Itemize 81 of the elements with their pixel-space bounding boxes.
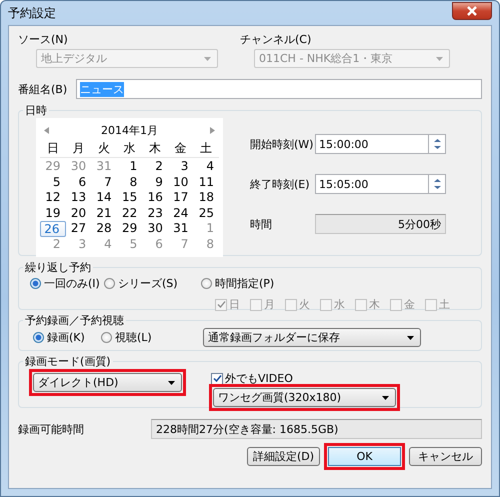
group-title: 予約録画／予約視聴	[24, 313, 125, 328]
radio-option[interactable]: シリーズ(S)	[104, 276, 201, 290]
calendar-month[interactable]: 2014年1月	[101, 122, 158, 138]
mode-dropdown[interactable]: ダイレクト(HD)	[33, 373, 182, 392]
calendar-day[interactable]: 28	[91, 221, 117, 236]
end-time-label: 終了時刻(E)	[250, 176, 311, 192]
group-title: 日時	[24, 103, 48, 118]
calendar-day[interactable]: 25	[193, 206, 219, 221]
radio-option[interactable]: 録画(K)	[33, 330, 101, 345]
weekday-header: 水	[122, 140, 136, 157]
weekday-header: 火	[96, 140, 111, 157]
calendar-day[interactable]: 7	[91, 174, 117, 190]
caret-icon	[382, 396, 389, 400]
window-title: 予約設定	[8, 4, 56, 22]
calendar-day[interactable]: 5	[40, 174, 66, 190]
calendar-day[interactable]: 4	[193, 159, 219, 174]
duration-label: 時間	[250, 216, 273, 232]
calendar-day[interactable]: 18	[193, 190, 219, 206]
end-time-field[interactable]: 15:05:00	[315, 174, 429, 194]
calendar-day[interactable]: 15	[116, 190, 142, 206]
start-time-label: 開始時刻(W)	[250, 136, 314, 152]
channel-label: チャンネル(C)	[240, 32, 312, 47]
dialog-button[interactable]: OK	[324, 443, 405, 470]
calendar-day[interactable]: 31	[168, 221, 194, 236]
group-title: 繰り返し予約	[24, 260, 92, 275]
calendar-day[interactable]: 13	[66, 190, 92, 206]
weekday-header: 金	[174, 140, 188, 157]
quality-dropdown[interactable]: ワンセグ画質(320x180)	[213, 388, 396, 407]
calendar-day[interactable]: 6	[66, 174, 92, 190]
calendar-day[interactable]: 12	[40, 190, 66, 206]
next-icon[interactable]	[210, 126, 215, 134]
calendar-day[interactable]: 17	[168, 190, 194, 206]
calendar-day[interactable]: 20	[66, 206, 92, 221]
dialog-button[interactable]: キャンセル	[409, 447, 482, 466]
group-title: 録画モード(画質)	[24, 354, 112, 369]
calendar-day[interactable]: 27	[66, 221, 92, 236]
calendar-day[interactable]: 11	[193, 174, 219, 190]
calendar-day[interactable]: 9	[142, 174, 168, 190]
calendar[interactable]: 2014年1月 日 月 火 水 木 金 土 29 30 31 1 2 3 4 5 6 7 8 9 10 11 12 13 14 15 16 17 18 19 20 21 22 23 24 25 26 27 28 29 30 31 1 2 3 4 5 6 7 8	[36, 118, 223, 257]
weekday-header: 木	[148, 140, 162, 157]
spin-button[interactable]	[429, 134, 446, 154]
calendar-day[interactable]: 21	[91, 206, 117, 221]
dialog-button[interactable]: 詳細設定(D)	[247, 447, 320, 466]
weekday-header: 日	[46, 140, 60, 157]
calendar-day[interactable]: 2	[142, 159, 168, 174]
calendar-day[interactable]: 30	[142, 221, 168, 236]
start-time-field[interactable]: 15:00:00	[315, 134, 429, 154]
calendar-day[interactable]: 1	[116, 159, 142, 174]
calendar-day[interactable]: 8	[116, 174, 142, 190]
folder-dropdown[interactable]: 通常録画フォルダーに保存	[203, 328, 421, 347]
radio-option[interactable]: 時間指定(P)	[201, 276, 274, 290]
radio-option[interactable]: 一回のみ(I)	[30, 276, 104, 290]
close-button[interactable]	[452, 2, 492, 20]
calendar-day[interactable]: 19	[40, 206, 66, 221]
source-label: ソース(N)	[18, 32, 69, 47]
calendar-day[interactable]: 3	[168, 159, 194, 174]
calendar-day[interactable]: 23	[142, 206, 168, 221]
caret-icon	[168, 380, 175, 384]
spin-button[interactable]	[429, 174, 446, 194]
program-name-label: 番組名(B)	[18, 82, 68, 96]
video-checkbox[interactable]: 外でもVIDEO	[211, 371, 400, 386]
caret-icon	[436, 56, 443, 60]
available-time-value: 228時間27分(空き容量: 1685.5GB)	[151, 419, 482, 439]
caret-icon	[204, 56, 211, 60]
caret-icon	[407, 336, 414, 340]
close-icon	[466, 6, 478, 16]
calendar-day[interactable]: 22	[116, 206, 142, 221]
up-down-arrows-icon	[432, 177, 442, 191]
weekday-header: 月	[71, 140, 86, 157]
calendar-day[interactable]: 14	[91, 190, 117, 206]
calendar-day[interactable]: 26	[40, 221, 66, 236]
calendar-day[interactable]: 29	[116, 221, 142, 236]
calendar-day[interactable]: 16	[142, 190, 168, 206]
up-down-arrows-icon	[432, 137, 442, 151]
available-time-label: 録画可能時間	[18, 422, 84, 436]
weekday-header: 土	[199, 140, 214, 157]
calendar-day[interactable]: 10	[168, 174, 194, 190]
duration-value: 5分00秒	[315, 214, 446, 234]
previous-icon[interactable]	[44, 126, 49, 134]
radio-option[interactable]: 視聴(L)	[101, 330, 169, 345]
calendar-day[interactable]: 24	[168, 206, 194, 221]
